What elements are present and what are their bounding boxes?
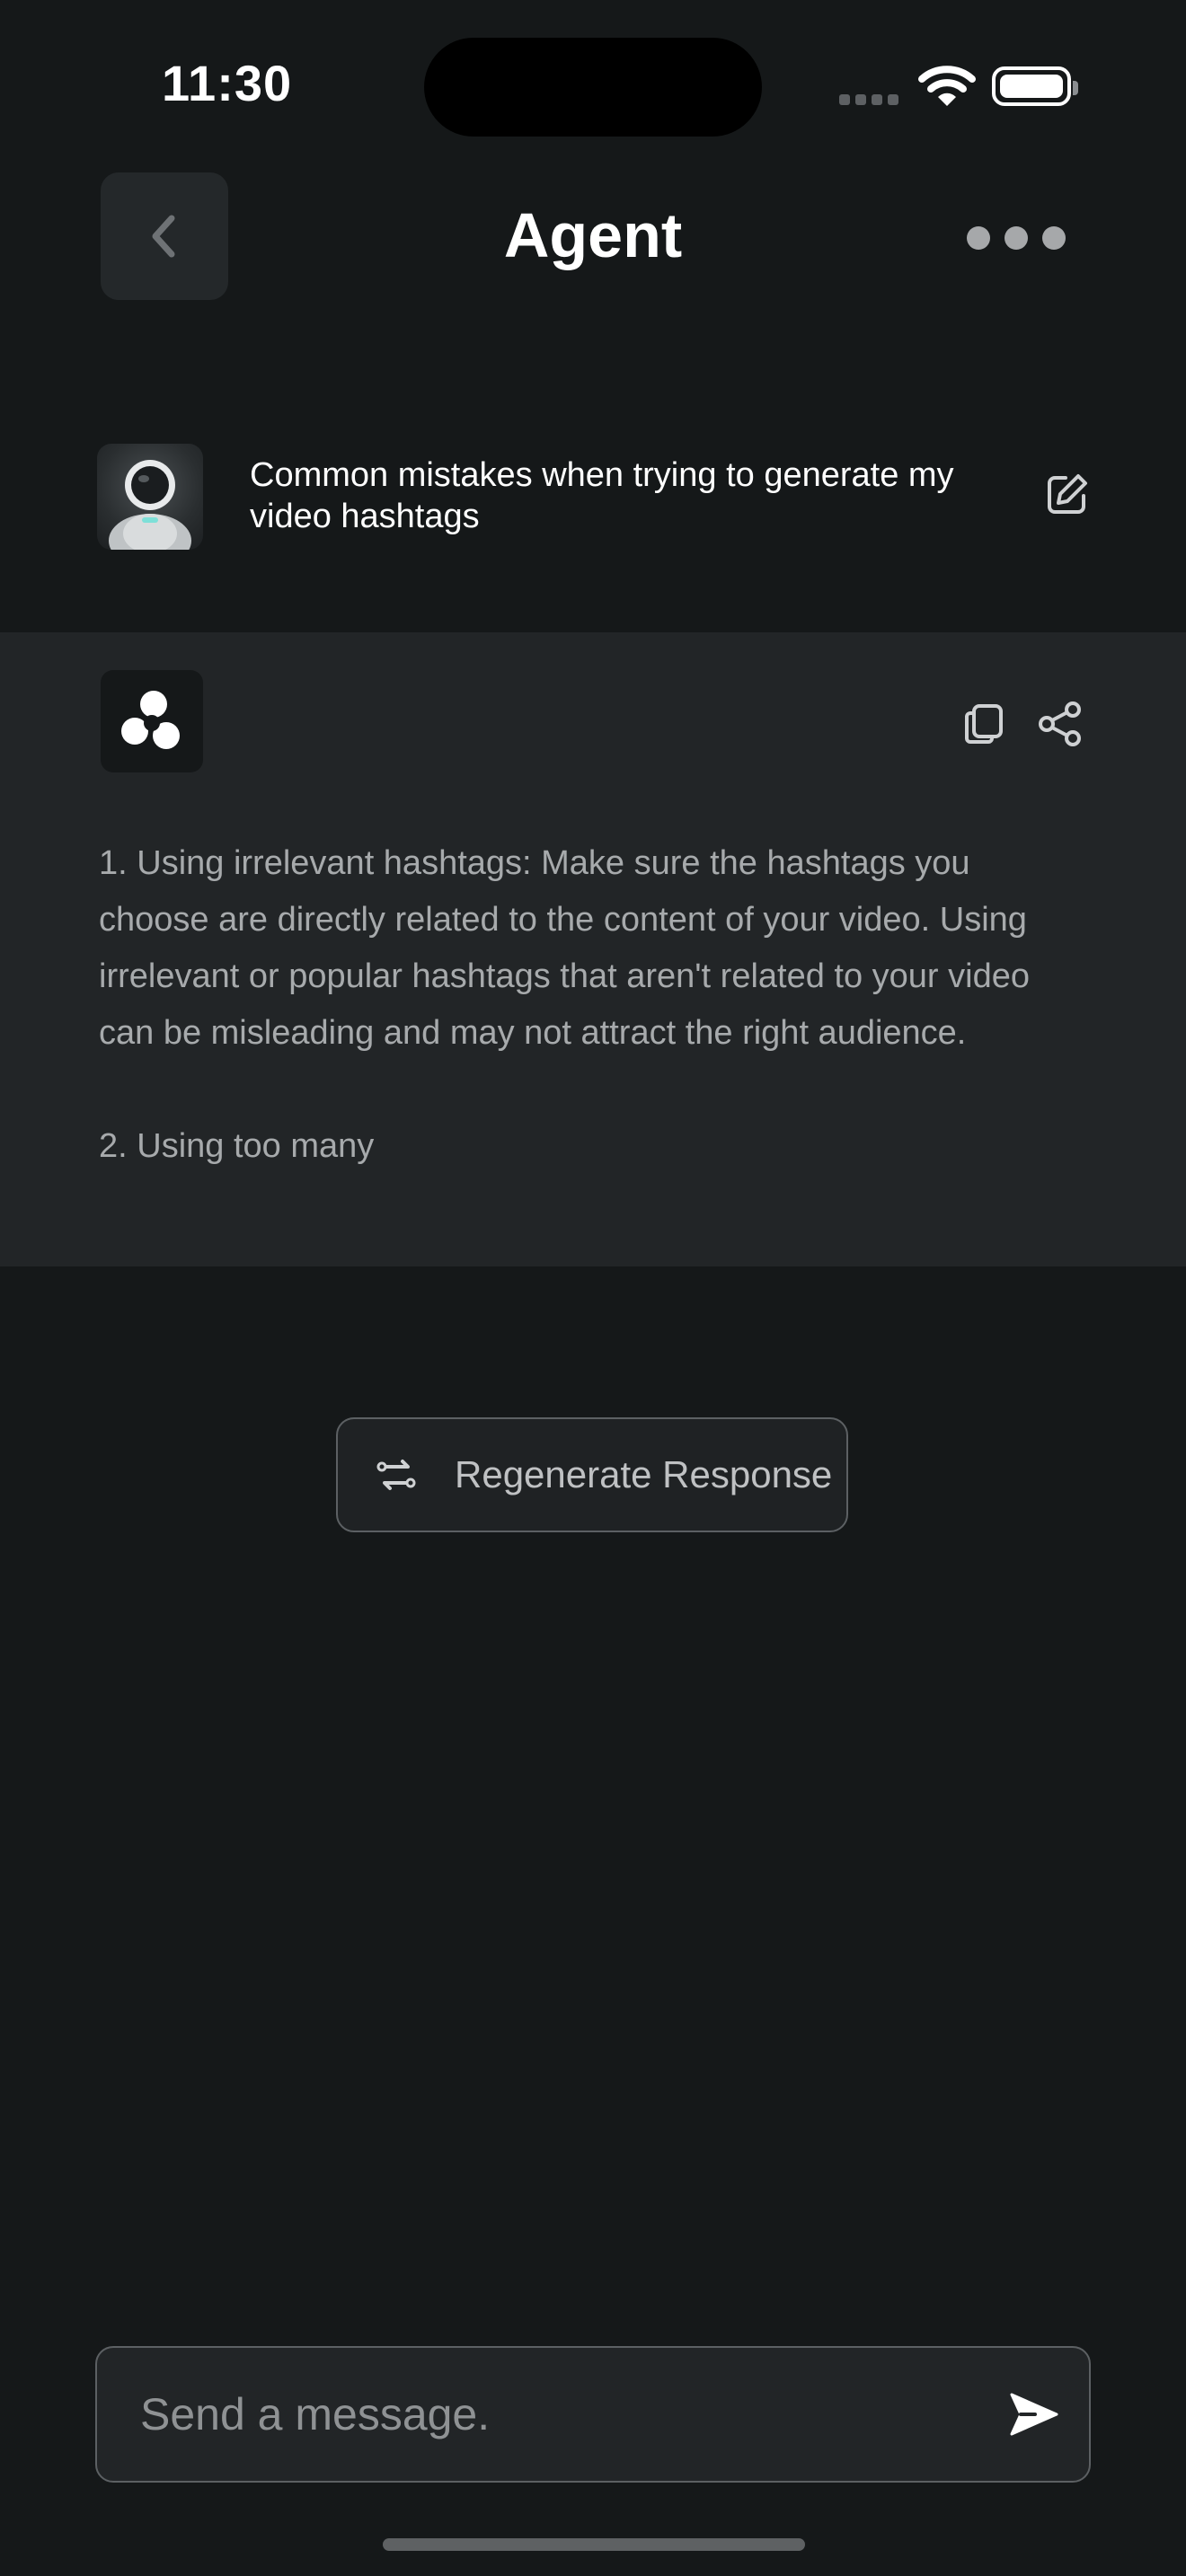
response-paragraph: 2. Using too many bbox=[99, 1127, 375, 1165]
copy-icon bbox=[965, 704, 1003, 744]
send-icon[interactable] bbox=[1005, 2386, 1062, 2443]
status-time: 11:30 bbox=[162, 55, 293, 111]
dynamic-island bbox=[424, 38, 762, 137]
more-dot bbox=[1042, 226, 1066, 250]
edit-icon bbox=[1048, 474, 1087, 514]
more-options-button[interactable] bbox=[967, 216, 1066, 260]
share-button[interactable] bbox=[1037, 701, 1084, 747]
agent-logo bbox=[101, 670, 203, 772]
regenerate-response-button[interactable]: Regenerate Response bbox=[336, 1417, 848, 1532]
astronaut-avatar bbox=[109, 460, 191, 550]
more-dot bbox=[1005, 226, 1028, 250]
response-paragraph: 1. Using irrelevant hashtags: Make sure … bbox=[99, 844, 1030, 1052]
avatar bbox=[97, 444, 203, 550]
battery-icon bbox=[992, 66, 1078, 106]
more-dot bbox=[967, 226, 990, 250]
message-input[interactable] bbox=[138, 2387, 1005, 2441]
home-indicator bbox=[383, 2538, 805, 2551]
cellular-signal-icon bbox=[839, 93, 904, 110]
prompt-text: Common mistakes when trying to generate … bbox=[250, 456, 954, 535]
share-icon bbox=[1039, 701, 1081, 746]
regenerate-label: Regenerate Response bbox=[455, 1453, 833, 1495]
agent-logo-icon bbox=[121, 691, 180, 749]
response-text: 1. Using irrelevant hashtags: Make sure … bbox=[99, 835, 1087, 1175]
edit-prompt-button[interactable] bbox=[1042, 471, 1091, 519]
wifi-icon bbox=[918, 65, 976, 112]
message-composer bbox=[95, 2346, 1091, 2483]
copy-button[interactable] bbox=[961, 701, 1008, 747]
regenerate-icon bbox=[376, 1460, 416, 1490]
